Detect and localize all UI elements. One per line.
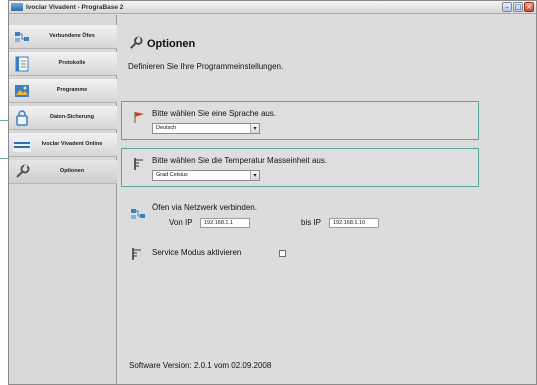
title-bar[interactable]: Ivoclar Vivadent - PrograBase 2 – □ × xyxy=(9,1,536,14)
software-version: Software Version: 2.0.1 vom 02.09.2008 xyxy=(129,361,272,370)
app-icon xyxy=(11,3,23,11)
temperature-label: Bitte wählen Sie die Temperatur Masseinh… xyxy=(152,156,328,165)
window-controls: – □ × xyxy=(502,2,534,12)
chevron-down-icon[interactable]: ▾ xyxy=(250,171,259,180)
minimize-button[interactable]: – xyxy=(502,2,512,12)
protocols-icon xyxy=(13,55,31,73)
sidebar-item-label: Protokolle xyxy=(58,60,86,67)
ip-to-label: bis IP xyxy=(301,218,322,227)
language-label: Bitte wählen Sie eine Sprache aus. xyxy=(152,109,277,118)
temperature-icon xyxy=(134,158,143,170)
sidebar-item-data-backup[interactable]: Daten-Sicherung xyxy=(9,106,117,130)
ip-from-label: Von IP xyxy=(169,218,193,227)
temperature-select-value: Grad Celsius xyxy=(156,172,188,178)
page-title: Optionen xyxy=(147,38,196,50)
page-description: Definieren Sie Ihre Programmeinstellunge… xyxy=(128,62,284,71)
app-window: Ivoclar Vivadent - PrograBase 2 – □ × Ve… xyxy=(8,0,537,385)
language-select[interactable]: Deutsch ▾ xyxy=(152,123,260,134)
connected-furnaces-icon xyxy=(13,28,31,46)
sidebar-item-label: Ivoclar Vivadent Online xyxy=(41,141,103,148)
sidebar-item-label: Programme xyxy=(56,87,88,94)
ip-from-input[interactable]: 192.168.1.1 xyxy=(200,218,250,228)
flag-icon xyxy=(134,112,144,123)
service-mode-label: Service Modus aktivieren xyxy=(152,248,242,257)
network-label: Öfen via Netzwerk verbinden. xyxy=(152,203,257,212)
temperature-select[interactable]: Grad Celsius ▾ xyxy=(152,170,260,181)
temperature-group: Bitte wählen Sie die Temperatur Masseinh… xyxy=(121,148,479,187)
window-title: Ivoclar Vivadent - PrograBase 2 xyxy=(26,3,124,11)
maximize-button[interactable]: □ xyxy=(513,2,523,12)
service-mode-checkbox[interactable] xyxy=(279,250,286,257)
programs-icon xyxy=(13,82,31,100)
sidebar-item-ivoclar-online[interactable]: Ivoclar Vivadent Online xyxy=(9,133,117,157)
sidebar-item-options[interactable]: Optionen xyxy=(9,160,117,184)
sidebar-item-protocols[interactable]: Protokolle xyxy=(9,52,117,76)
sidebar-item-programs[interactable]: Programme xyxy=(9,79,117,103)
ip-to-input[interactable]: 192.168.1.10 xyxy=(329,218,379,228)
data-backup-icon xyxy=(13,109,31,127)
sidebar-item-label: Optionen xyxy=(59,168,85,175)
main-panel: Optionen Definieren Sie Ihre Programmein… xyxy=(118,15,536,384)
sidebar-item-connected-furnaces[interactable]: Verbundene Öfen xyxy=(9,25,117,49)
ivoclar-logo-icon xyxy=(13,136,31,154)
wrench-icon xyxy=(130,36,143,49)
sidebar-item-label: Verbundene Öfen xyxy=(49,33,95,40)
network-icon xyxy=(131,209,145,219)
sidebar: Verbundene Öfen Protokolle Programme Dat… xyxy=(9,15,117,384)
language-group: Bitte wählen Sie eine Sprache aus. Deuts… xyxy=(121,101,479,140)
close-button[interactable]: × xyxy=(524,2,534,12)
language-select-value: Deutsch xyxy=(156,125,177,131)
chevron-down-icon[interactable]: ▾ xyxy=(250,124,259,133)
service-icon xyxy=(132,248,141,260)
options-icon xyxy=(13,163,31,181)
sidebar-item-label: Daten-Sicherung xyxy=(49,114,94,121)
